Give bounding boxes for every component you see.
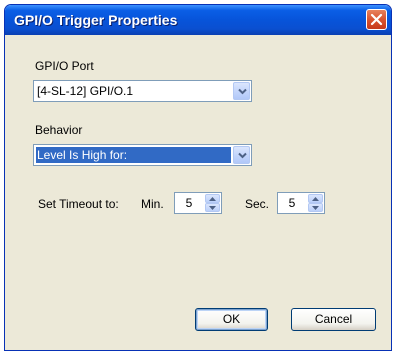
gpio-port-dropdown[interactable]: [4-SL-12] GPI/O.1 [33,80,252,102]
minutes-label: Min. [141,197,164,211]
minutes-value: 5 [185,196,193,210]
behavior-dropdown-button[interactable] [233,146,250,164]
behavior-label: Behavior [35,123,83,137]
minutes-spinner[interactable]: 5 [174,192,222,214]
seconds-down-button[interactable] [308,203,323,212]
dialog-window: GPI/O Trigger Properties GPI/O Port [4-S… [4,4,392,351]
close-button[interactable] [366,9,387,30]
cancel-button-label: Cancel [314,312,353,326]
timeout-label: Set Timeout to: [38,197,119,211]
arrow-up-icon [209,197,216,201]
behavior-dropdown[interactable]: Level Is High for: [33,144,252,166]
gpio-port-label: GPI/O Port [35,59,94,73]
chevron-down-icon [238,88,247,95]
title-bar[interactable]: GPI/O Trigger Properties [5,5,391,35]
cancel-button[interactable]: Cancel [291,308,376,331]
gpio-port-value: [4-SL-12] GPI/O.1 [37,84,134,98]
chevron-down-icon [238,152,247,159]
dialog-body: GPI/O Port [4-SL-12] GPI/O.1 Behavior Le… [8,35,388,347]
minutes-up-button[interactable] [205,194,220,203]
close-icon [370,13,383,26]
arrow-up-icon [312,197,319,201]
window-title: GPI/O Trigger Properties [14,12,178,28]
seconds-spinner[interactable]: 5 [277,192,325,214]
behavior-value: Level Is High for: [36,147,231,163]
gpio-port-dropdown-button[interactable] [233,82,250,100]
minutes-down-button[interactable] [205,203,220,212]
seconds-label: Sec. [245,197,270,211]
ok-button[interactable]: OK [195,308,268,331]
seconds-value: 5 [288,196,296,210]
arrow-down-icon [312,206,319,210]
arrow-down-icon [209,206,216,210]
ok-button-label: OK [222,312,241,326]
seconds-up-button[interactable] [308,194,323,203]
